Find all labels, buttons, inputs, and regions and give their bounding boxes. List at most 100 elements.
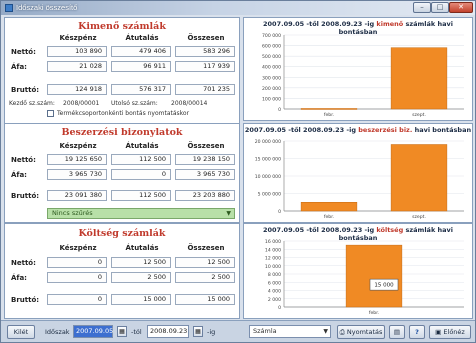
row-label-gross: Bruttó: [11,192,40,200]
vat-transfer: 2 500 [111,272,171,283]
close-icon[interactable]: ✕ [449,2,473,13]
y-tick-label: 0 [278,107,281,113]
help-button[interactable]: ? [409,325,425,339]
vat-total: 3 965 730 [175,169,235,180]
row-label-net: Nettó: [11,48,36,56]
maximize-icon[interactable]: □ [431,2,449,13]
date-from-input[interactable]: 2007.09.05 [73,325,113,338]
last-invoice-label: Utolsó sz.szám: [111,100,158,107]
koltseg-bar-chart: 16 000 14 000 12 000 10 000 8 000 6 000 4 000 2… [265,239,464,316]
summary-window: Időszaki összesítő – □ ✕ Kimenő számlák … [0,0,476,343]
calendar-icon[interactable]: ▦ [193,326,203,337]
vat-total: 2 500 [175,272,235,283]
vat-transfer: 96 911 [111,61,171,72]
settings-button[interactable]: ▤ [389,325,405,339]
y-tick-label: 100 000 [262,96,281,102]
net-transfer: 479 406 [111,46,171,57]
y-tick-label: 400 000 [262,65,281,71]
y-tick-label: 20 000 000 [255,139,281,145]
gross-transfer: 112 500 [111,190,171,201]
bottom-toolbar: Kilét Időszak 2007.09.05 ▦ -tól 2008.09.… [1,320,475,342]
col-header-cash: Készpénz [59,34,97,42]
col-header-total: Összesen [187,142,225,150]
col-header-total: Összesen [187,34,225,42]
y-tick-label: 2 000 [268,297,281,303]
report-type-select[interactable]: Számla ▼ [249,325,331,338]
net-total: 12 500 [175,257,235,268]
filter-select-value: Nincs szűrés [52,209,93,217]
printer-icon: ⎙ [339,328,345,336]
y-tick-label: 500 000 [262,54,281,60]
bar [300,108,358,110]
report-type-value: Számla [253,327,277,335]
date-to-input[interactable]: 2008.09.23 [147,325,189,338]
preview-label: Előnéz [443,328,465,336]
y-tick-label: 16 000 [265,239,281,245]
net-total: 19 238 150 [175,154,235,165]
bar [390,47,448,110]
net-total: 583 296 [175,46,235,57]
preview-icon: ▣ [435,328,442,336]
vat-cash: 3 965 730 [47,169,107,180]
chart-panel-beszerzesi: 2007.09.05 -től 2008.09.23 -ig beszerzés… [243,123,473,223]
print-label: Nyomtatás [346,328,383,336]
col-header-cash: Készpénz [59,142,97,150]
x-tick-label: szept. [412,112,426,118]
y-tick-label: 600 000 [262,44,281,50]
kimeno-title: Kimenő számlák [78,21,166,32]
chevron-down-icon: ▼ [226,210,231,217]
chart-panel-koltseg: 2007.09.05 -től 2008.09.23 -ig költség s… [243,223,473,319]
row-label-vat: Áfa: [11,63,27,71]
data-label: 15 000 [374,283,394,289]
row-label-vat: Áfa: [11,171,27,179]
koltseg-panel: Költség számlák Készpénz Átutalás Összes… [4,223,240,319]
x-tick-label: febr. [369,310,379,316]
gross-cash: 0 [47,294,107,305]
x-tick-label: febr. [324,112,334,118]
y-tick-label: 0 [278,209,281,215]
vat-total: 117 939 [175,61,235,72]
col-header-transfer: Átutalás [125,142,159,150]
y-tick-label: 15 000 000 [255,157,281,163]
minimize-icon[interactable]: – [413,2,431,13]
y-tick-label: 4 000 [268,289,281,295]
y-tick-label: 10 000 [265,264,281,270]
koltseg-title: Költség számlák [78,228,166,239]
product-group-checkbox-label: Termékcsoportonkénti bontás nyomtatáskor [57,110,190,117]
title-bar: Időszaki összesítő – □ ✕ [1,1,475,15]
net-transfer: 112 500 [111,154,171,165]
gross-cash: 23 091 380 [47,190,107,201]
row-label-vat: Áfa: [11,274,27,282]
row-label-gross: Bruttó: [11,296,40,304]
product-group-checkbox[interactable] [47,110,54,117]
y-tick-label: 6 000 [268,280,281,286]
y-tick-label: 10 000 000 [255,174,281,180]
window-title: Időszaki összesítő [16,3,78,12]
beszerzesi-title: Beszerzési bizonylatok [61,127,183,138]
preview-button[interactable]: ▣ Előnéz [429,325,471,339]
col-header-cash: Készpénz [59,244,97,252]
vat-cash: 0 [47,272,107,283]
calendar-icon[interactable]: ▦ [117,326,127,337]
period-label: Időszak [45,328,70,336]
date-sep-label: -tól [131,328,142,336]
gross-total: 15 000 [175,294,235,305]
beszerzesi-bar-chart: 20 000 000 15 000 000 10 000 000 5 000 000 0… [255,139,464,220]
x-tick-label: szept. [412,214,426,220]
net-cash: 103 890 [47,46,107,57]
kimeno-bar-chart: 700 000 600 000 500 000 400 000 300 000 200 0… [262,33,464,118]
bar [390,144,448,212]
gross-cash: 124 918 [47,84,107,95]
print-button[interactable]: ⎙ Nyomtatás [337,325,385,339]
y-tick-label: 200 000 [262,86,281,92]
app-icon [5,4,13,12]
y-tick-label: 300 000 [262,75,281,81]
vat-cash: 21 028 [47,61,107,72]
col-header-total: Összesen [187,244,225,252]
filter-select[interactable]: Nincs szűrés ▼ [47,208,235,219]
chevron-down-icon: ▼ [323,328,328,335]
gross-total: 23 203 880 [175,190,235,201]
exit-button[interactable]: Kilét [7,325,35,339]
date-suffix-label: -ig [207,328,216,336]
gross-transfer: 15 000 [111,294,171,305]
